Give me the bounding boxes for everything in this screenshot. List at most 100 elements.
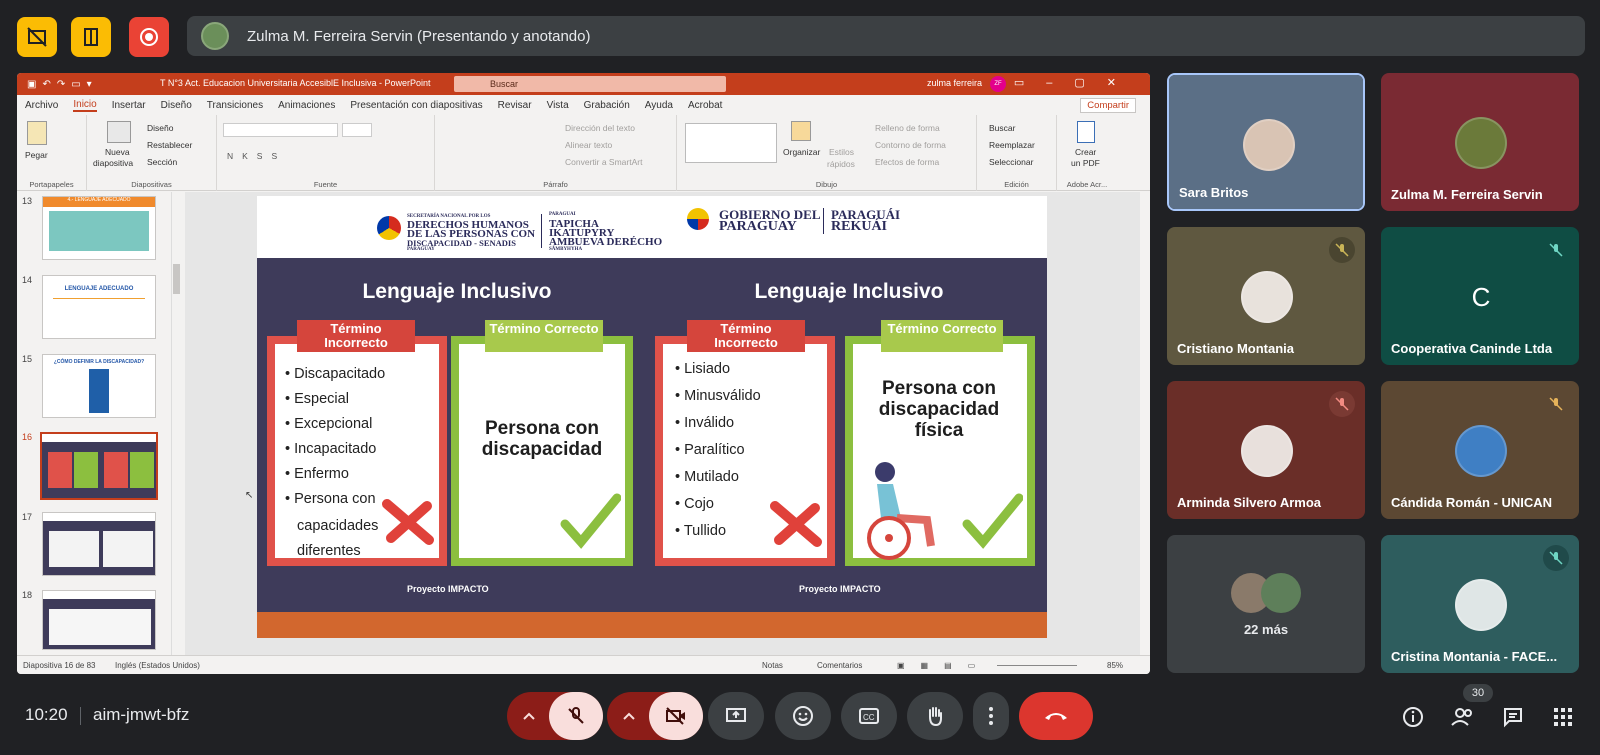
arrange-label[interactable]: Organizar: [783, 147, 820, 157]
ppt-search-box[interactable]: Buscar: [454, 76, 726, 92]
thumbnail-17[interactable]: [42, 512, 156, 576]
camera-off-icon: [666, 707, 685, 725]
arrange-icon[interactable]: [791, 121, 811, 141]
layout-button[interactable]: Diseño: [147, 123, 173, 133]
leave-call-button[interactable]: [1019, 692, 1093, 740]
menu-acrobat[interactable]: Acrobat: [688, 100, 722, 111]
create-label[interactable]: Crear: [1075, 147, 1096, 157]
reactions-button[interactable]: [775, 692, 831, 740]
participant-tile[interactable]: Zulma M. Ferreira Servin: [1381, 73, 1579, 211]
mic-off-button[interactable]: [549, 692, 603, 740]
thumb-number: 16: [22, 432, 33, 442]
menu-vista[interactable]: Vista: [547, 100, 569, 111]
font-size-select[interactable]: [342, 123, 372, 137]
present-button[interactable]: [708, 692, 764, 740]
list-item: Paralítico: [675, 441, 761, 459]
activities-icon[interactable]: [1548, 702, 1578, 732]
window-controls[interactable]: ▭–▢✕: [1014, 76, 1138, 89]
more-options-button[interactable]: [973, 692, 1009, 740]
avatar-initial: C: [1471, 282, 1491, 312]
camera-off-button[interactable]: [649, 692, 703, 740]
participant-tile[interactable]: Cándida Román - UNICAN: [1381, 381, 1579, 519]
thumbnail-16[interactable]: [40, 432, 158, 500]
meeting-info-icon[interactable]: [1398, 702, 1428, 732]
slide-label[interactable]: diapositiva: [93, 158, 133, 168]
pdf-icon[interactable]: [1077, 121, 1095, 143]
mic-options-chevron-icon[interactable]: [507, 692, 551, 740]
zoom-level[interactable]: 85%: [1107, 661, 1123, 670]
menu-revisar[interactable]: Revisar: [498, 100, 532, 111]
quick-styles-label[interactable]: Estilos: [829, 147, 854, 157]
zoom-slider[interactable]: [997, 665, 1077, 666]
status-slide-count: Diapositiva 16 de 83: [23, 661, 96, 670]
section-button[interactable]: Sección: [147, 157, 177, 167]
participant-tile[interactable]: C Cooperativa Caninde Ltda: [1381, 227, 1579, 365]
menu-grabacion[interactable]: Grabación: [584, 100, 630, 111]
menu-presentacion[interactable]: Presentación con diapositivas: [350, 100, 482, 111]
mouse-cursor-icon: ↖: [245, 490, 254, 501]
presenter-bar[interactable]: Zulma M. Ferreira Servin (Presentando y …: [187, 16, 1585, 56]
replace-button[interactable]: Reemplazar: [989, 140, 1035, 150]
shape-effects-button[interactable]: Efectos de forma: [875, 157, 939, 167]
camera-options-chevron-icon[interactable]: [607, 692, 651, 740]
view-buttons[interactable]: ▣▦▤▭: [897, 661, 991, 670]
thumbnail-15[interactable]: ¿CÓMO DEFINIR LA DISCAPACIDAD?: [42, 354, 156, 418]
menu-archivo[interactable]: Archivo: [25, 100, 58, 111]
font-family-select[interactable]: [223, 123, 338, 137]
mic-off-icon: [1543, 237, 1569, 263]
menu-insertar[interactable]: Insertar: [112, 100, 146, 111]
quick-access-icons[interactable]: ▣↶↷▭▾: [17, 79, 157, 90]
paste-label[interactable]: Pegar: [25, 150, 48, 160]
thumb-heading: ¿CÓMO DEFINIR LA DISCAPACIDAD?: [53, 359, 145, 365]
scroll-thumb[interactable]: [173, 264, 180, 294]
pdf-label[interactable]: un PDF: [1071, 158, 1100, 168]
participant-tile[interactable]: Arminda Silvero Armoa: [1167, 381, 1365, 519]
captions-button[interactable]: CC: [841, 692, 897, 740]
more-participants-tile[interactable]: 22 más: [1167, 535, 1365, 673]
thumbnail-13[interactable]: 4.- LENGUAJE ADECUADO: [42, 196, 156, 260]
select-button[interactable]: Seleccionar: [989, 157, 1033, 167]
slide-thumbnails: 13 4.- LENGUAJE ADECUADO 14 LENGUAJE ADE…: [17, 192, 185, 655]
text-direction-button[interactable]: Dirección del texto: [565, 123, 635, 133]
new-slide-icon[interactable]: [107, 121, 131, 143]
menu-diseno[interactable]: Diseño: [161, 100, 192, 111]
share-button[interactable]: Compartir: [1080, 98, 1136, 113]
comments-button[interactable]: Comentarios: [817, 661, 862, 670]
align-text-button[interactable]: Alinear texto: [565, 140, 612, 150]
shape-outline-button[interactable]: Contorno de forma: [875, 140, 946, 150]
shape-fill-button[interactable]: Relleno de forma: [875, 123, 940, 133]
ppt-user-initials[interactable]: ZF: [990, 76, 1006, 92]
paste-icon[interactable]: [27, 121, 47, 145]
menu-transiciones[interactable]: Transiciones: [207, 100, 263, 111]
presenter-avatar: [201, 22, 229, 50]
participant-tile[interactable]: Sara Britos: [1167, 73, 1365, 211]
status-language[interactable]: Inglés (Estados Unidos): [115, 661, 200, 670]
slide-scrollbar[interactable]: [1120, 192, 1130, 655]
recording-icon[interactable]: [129, 17, 169, 57]
raise-hand-button[interactable]: [907, 692, 963, 740]
people-icon[interactable]: [1448, 702, 1478, 732]
smartart-button[interactable]: Convertir a SmartArt: [565, 157, 642, 167]
thumbnail-18[interactable]: [42, 590, 156, 650]
current-slide: SECRETARÍA NACIONAL POR LOS DERECHOS HUM…: [257, 196, 1047, 638]
thumbnail-14[interactable]: LENGUAJE ADECUADO: [42, 275, 156, 339]
menu-ayuda[interactable]: Ayuda: [645, 100, 673, 111]
find-button[interactable]: Buscar: [989, 123, 1015, 133]
menu-animaciones[interactable]: Animaciones: [278, 100, 335, 111]
present-screen-icon: [726, 708, 746, 722]
thumbnail-scrollbar[interactable]: [171, 192, 181, 655]
reset-button[interactable]: Restablecer: [147, 140, 192, 150]
participant-tile[interactable]: Cristiano Montania: [1167, 227, 1365, 365]
shapes-gallery[interactable]: [685, 123, 777, 163]
ppt-menu-bar: Archivo Inicio Insertar Diseño Transicio…: [17, 95, 1150, 115]
group-label-fuente: Fuente: [313, 180, 338, 189]
chat-icon[interactable]: [1498, 702, 1528, 732]
thumb-number: 14: [22, 275, 33, 285]
font-format-icons[interactable]: NKSS: [227, 151, 286, 161]
menu-inicio[interactable]: Inicio: [73, 99, 97, 112]
new-label[interactable]: Nueva: [105, 147, 130, 157]
notes-button[interactable]: Notas: [762, 661, 783, 670]
building-icon[interactable]: [71, 17, 111, 57]
captions-off-icon[interactable]: [17, 17, 57, 57]
participant-tile[interactable]: Cristina Montania - FACE...: [1381, 535, 1579, 673]
